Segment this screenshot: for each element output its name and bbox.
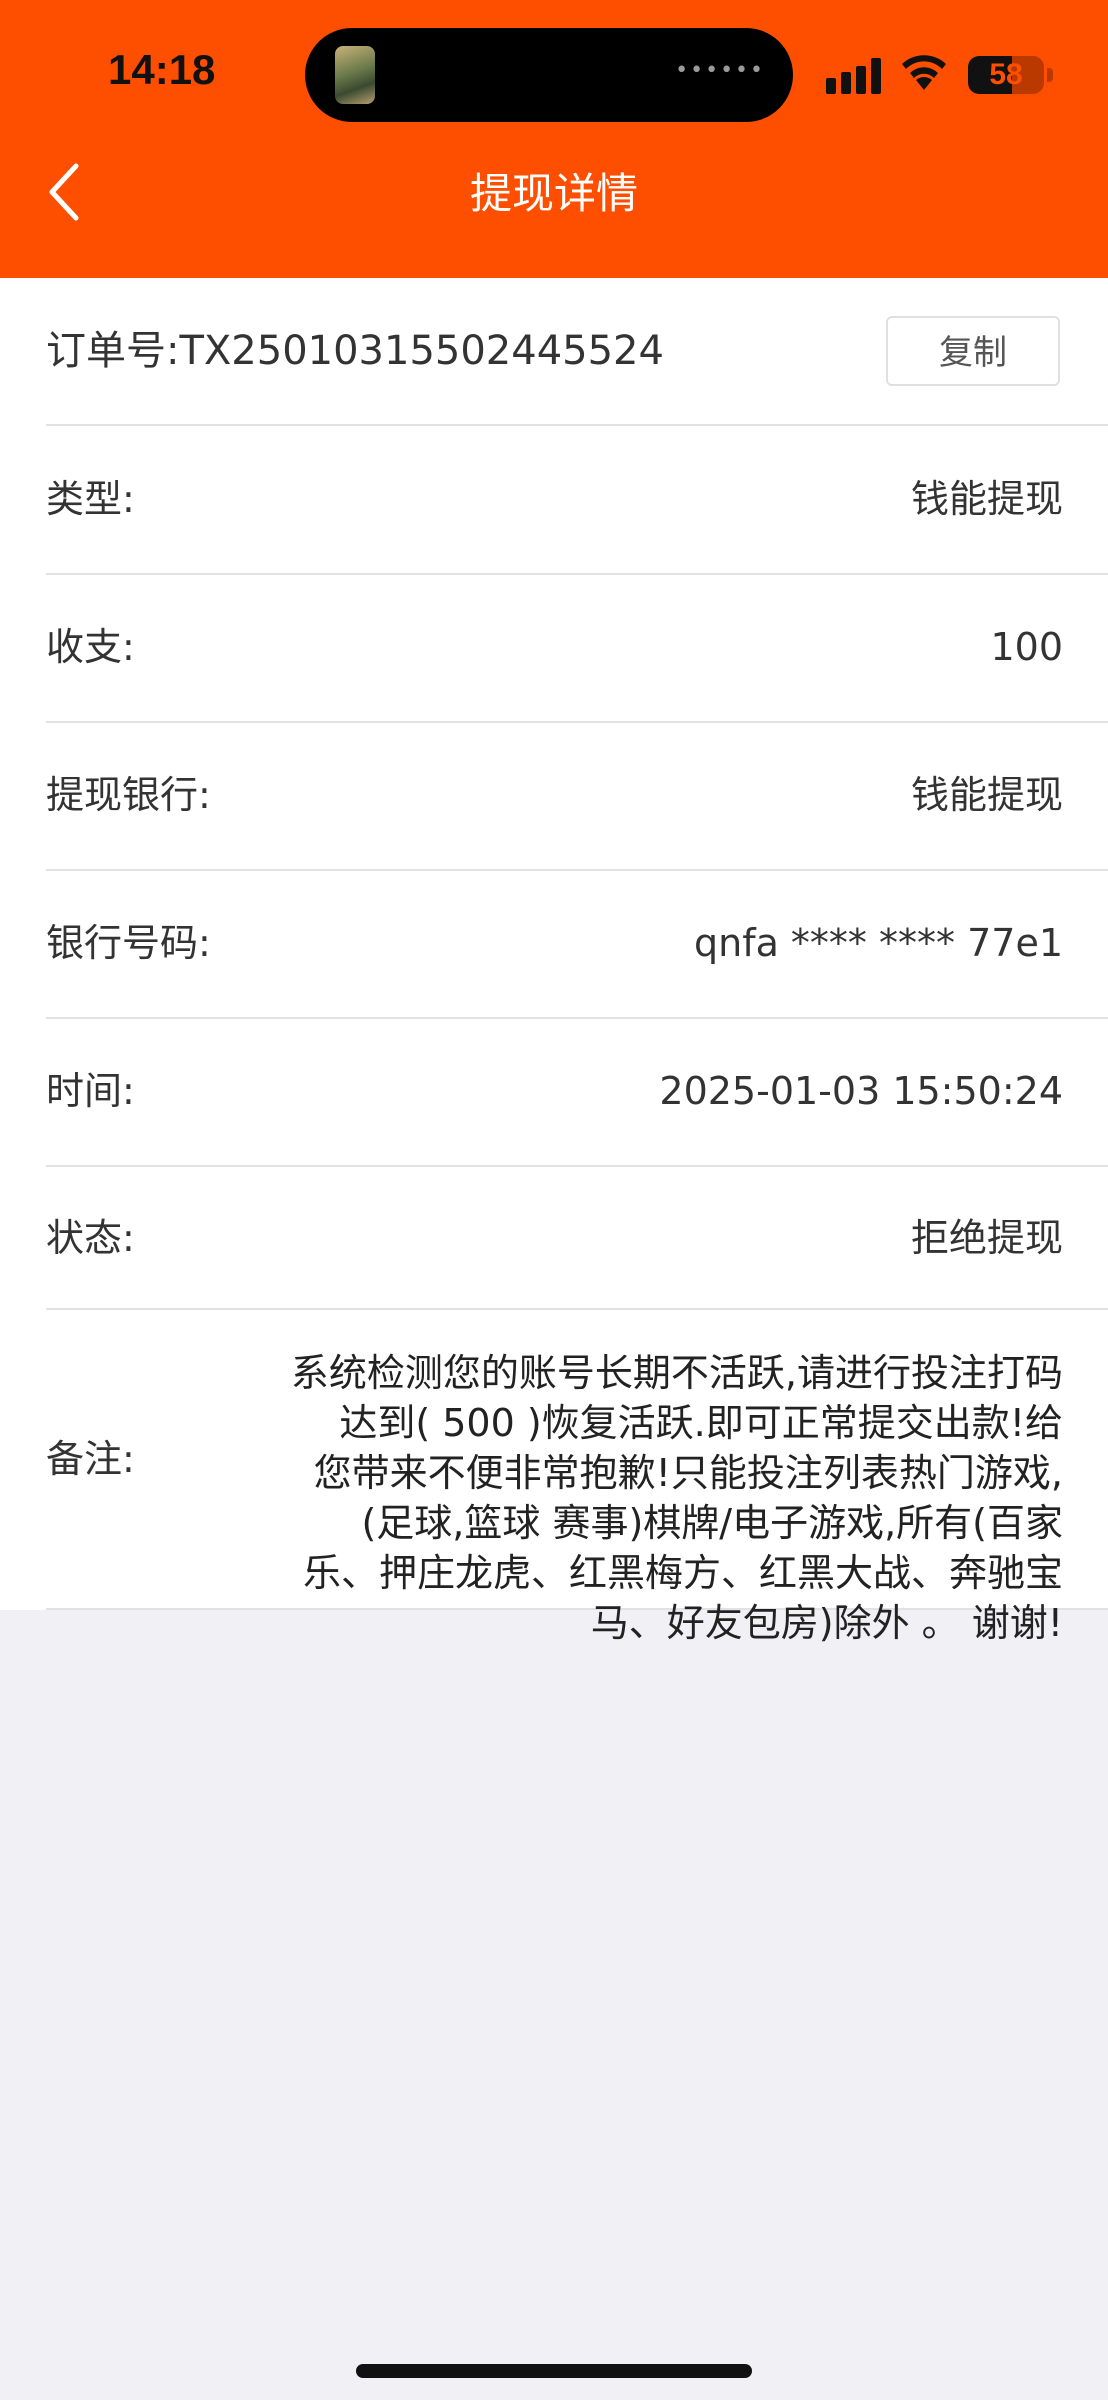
withdrawal-detail-card: 订单号:TX25010315502445524 复制 类型: 钱能提现 收支: … xyxy=(0,278,1108,1645)
order-number-text: 订单号:TX25010315502445524 xyxy=(46,328,664,374)
amount-label: 收支: xyxy=(46,625,135,669)
amount-value: 100 xyxy=(990,625,1063,669)
remark-line: 乐、押庄龙虎、红黑梅方、红黑大战、奔驰宝 xyxy=(302,1551,1063,1595)
account-number-value: qnfa **** **** 77e1 xyxy=(693,921,1063,965)
detail-row-account-number: 银行号码: qnfa **** **** 77e1 xyxy=(46,870,1108,1019)
remark-text: 系统检测您的账号长期不活跃,请进行投注打码 达到( 500 )恢复活跃.即可正常… xyxy=(196,1348,1063,1648)
status-value: 拒绝提现 xyxy=(910,1216,1063,1260)
remark-label: 备注: xyxy=(46,1437,135,1481)
remark-line: (足球,篮球 赛事)棋牌/电子游戏,所有(百家 xyxy=(361,1501,1063,1545)
detail-row-status: 状态: 拒绝提现 xyxy=(46,1166,1108,1310)
dynamic-island[interactable]: •••••• xyxy=(305,28,793,122)
detail-row-remark: 备注: 系统检测您的账号长期不活跃,请进行投注打码 达到( 500 )恢复活跃.… xyxy=(46,1308,1108,1645)
remark-line: 系统检测您的账号长期不活跃,请进行投注打码 xyxy=(290,1351,1063,1395)
account-number-label: 银行号码: xyxy=(46,921,211,965)
order-number-row: 订单号:TX25010315502445524 复制 xyxy=(46,278,1108,426)
time-label: 时间: xyxy=(46,1069,135,1113)
bank-label: 提现银行: xyxy=(46,773,211,817)
type-value: 钱能提现 xyxy=(910,477,1063,521)
detail-row-type: 类型: 钱能提现 xyxy=(46,426,1108,575)
detail-row-amount: 收支: 100 xyxy=(46,574,1108,723)
now-playing-thumbnail xyxy=(335,46,375,104)
remark-line: 马、好友包房)除外 。 谢谢! xyxy=(590,1601,1063,1645)
cellular-signal-icon xyxy=(826,58,882,94)
activity-indicator-icon: •••••• xyxy=(675,58,765,83)
remark-line: 达到( 500 )恢复活跃.即可正常提交出款!给 xyxy=(339,1401,1063,1445)
bank-value: 钱能提现 xyxy=(910,773,1063,817)
remark-line: 您带来不便非常抱歉!只能投注列表热门游戏, xyxy=(313,1451,1063,1495)
time-value: 2025-01-03 15:50:24 xyxy=(659,1069,1063,1113)
type-label: 类型: xyxy=(46,477,135,521)
battery-icon: 58 xyxy=(968,56,1044,94)
copy-button[interactable]: 复制 xyxy=(886,316,1060,386)
status-time: 14:18 xyxy=(108,46,216,93)
status-label: 状态: xyxy=(46,1216,135,1260)
battery-cap xyxy=(1047,68,1053,82)
home-indicator[interactable] xyxy=(356,2364,752,2378)
page-title: 提现详情 xyxy=(469,169,638,218)
detail-row-time: 时间: 2025-01-03 15:50:24 xyxy=(46,1018,1108,1167)
battery-percentage: 58 xyxy=(989,58,1023,91)
detail-row-bank: 提现银行: 钱能提现 xyxy=(46,722,1108,871)
wifi-icon xyxy=(902,55,946,90)
app-header: 14:18 •••••• 58 提现详情 xyxy=(0,0,1108,278)
